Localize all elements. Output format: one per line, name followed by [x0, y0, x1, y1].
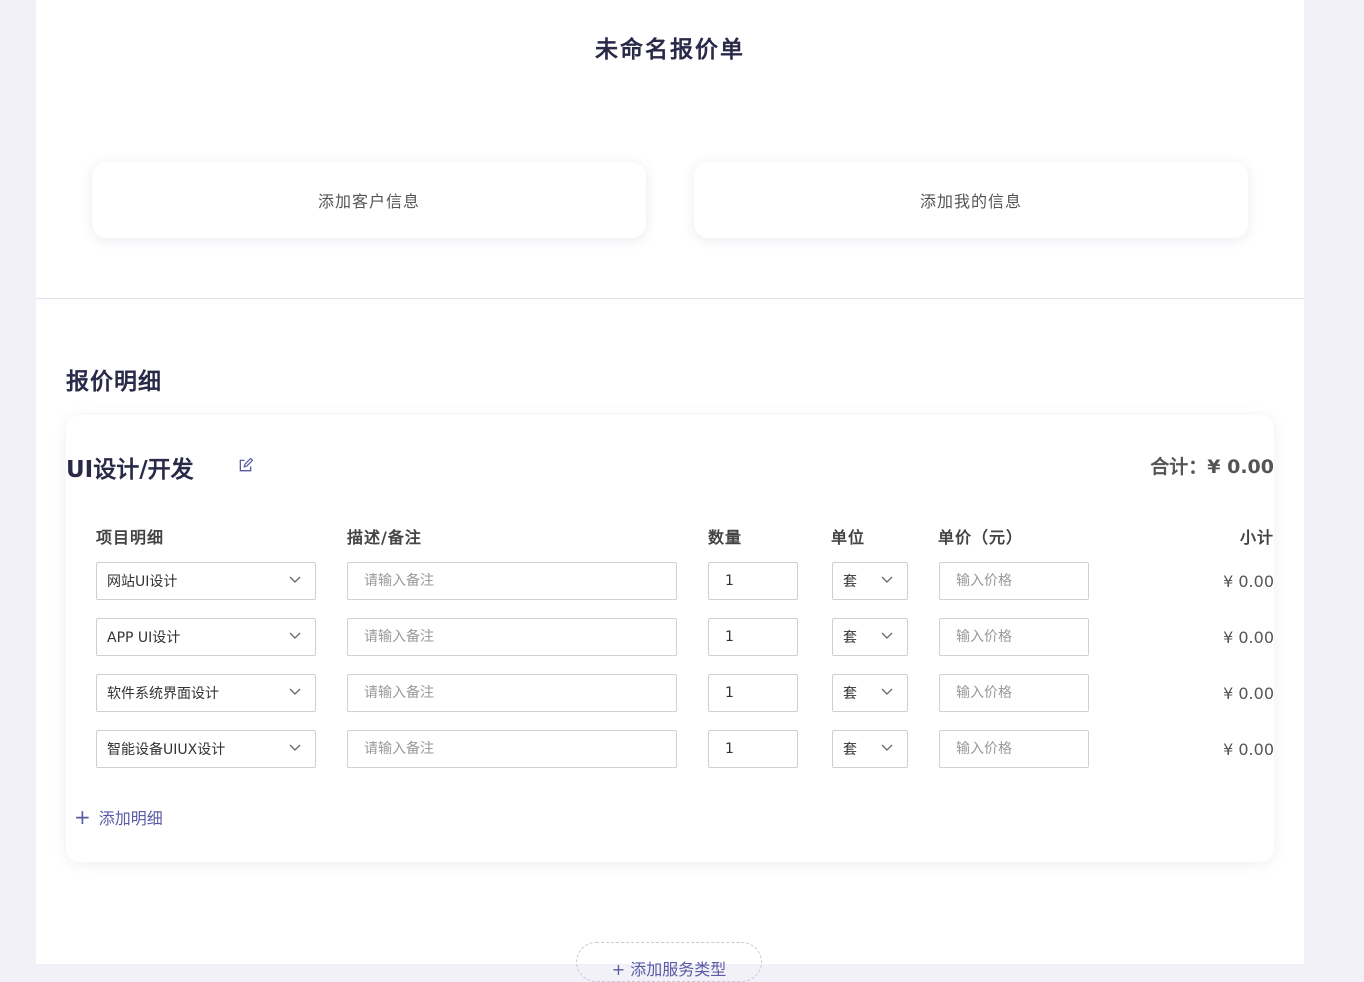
description-input[interactable]	[347, 674, 677, 712]
add-line-label: 添加明细	[98, 809, 163, 828]
add-line-button[interactable]: + 添加明细	[74, 805, 163, 829]
chevron-down-icon	[289, 688, 301, 695]
chevron-down-icon	[881, 744, 893, 751]
quantity-input[interactable]	[708, 618, 798, 656]
quantity-input[interactable]	[708, 730, 798, 768]
item-select-value: 智能设备UIUX设计	[107, 742, 226, 758]
group-name: UI设计/开发	[66, 457, 194, 483]
unit-select-value: 套	[843, 630, 857, 646]
unit-select[interactable]: 套	[832, 562, 908, 600]
group-total: 合计：¥ 0.00	[1150, 452, 1274, 479]
unit-select-value: 套	[843, 574, 857, 590]
unit-select[interactable]: 套	[832, 674, 908, 712]
item-select[interactable]: 软件系统界面设计	[96, 674, 316, 712]
unit-select-value: 套	[843, 742, 857, 758]
plus-icon: +	[74, 805, 91, 829]
column-header-desc: 描述/备注	[347, 528, 422, 547]
chevron-down-icon	[289, 744, 301, 751]
quote-page: 未命名报价单 添加客户信息 添加我的信息 报价明细 UI设计/开发 合计：¥ 0…	[36, 0, 1304, 982]
price-input[interactable]	[939, 730, 1089, 768]
column-header-subtotal: 小计	[1239, 528, 1274, 547]
unit-select[interactable]: 套	[832, 730, 908, 768]
edit-icon[interactable]	[238, 458, 253, 473]
price-input[interactable]	[939, 618, 1089, 656]
quantity-input[interactable]	[708, 674, 798, 712]
column-header-item: 项目明细	[96, 528, 165, 547]
chevron-down-icon	[289, 632, 301, 639]
column-header-price: 单价（元）	[938, 528, 1024, 547]
item-select[interactable]: APP UI设计	[96, 618, 316, 656]
chevron-down-icon	[881, 632, 893, 639]
description-input[interactable]	[347, 618, 677, 656]
column-header-qty: 数量	[708, 528, 743, 547]
chevron-down-icon	[881, 576, 893, 583]
divider	[36, 298, 1304, 299]
add-my-info-card[interactable]: 添加我的信息	[694, 162, 1248, 238]
document-title[interactable]: 未命名报价单	[36, 30, 1304, 64]
price-input[interactable]	[939, 562, 1089, 600]
row-subtotal: ¥ 0.00	[1223, 684, 1274, 703]
add-category-button[interactable]: + 添加服务类型	[576, 942, 762, 982]
description-input[interactable]	[347, 730, 677, 768]
add-client-info-card[interactable]: 添加客户信息	[92, 162, 646, 238]
item-select[interactable]: 智能设备UIUX设计	[96, 730, 316, 768]
item-select-value: 软件系统界面设计	[107, 686, 219, 702]
chevron-down-icon	[289, 576, 301, 583]
row-subtotal: ¥ 0.00	[1223, 740, 1274, 759]
unit-select[interactable]: 套	[832, 618, 908, 656]
price-input[interactable]	[939, 674, 1089, 712]
item-select-value: 网站UI设计	[107, 574, 178, 590]
item-select-value: APP UI设计	[107, 630, 181, 646]
row-subtotal: ¥ 0.00	[1223, 628, 1274, 647]
unit-select-value: 套	[843, 686, 857, 702]
item-select[interactable]: 网站UI设计	[96, 562, 316, 600]
column-header-unit: 单位	[831, 528, 866, 547]
row-subtotal: ¥ 0.00	[1223, 572, 1274, 591]
chevron-down-icon	[881, 688, 893, 695]
section-title: 报价明细	[66, 369, 162, 395]
quantity-input[interactable]	[708, 562, 798, 600]
group-total-value: ¥ 0.00	[1207, 456, 1274, 478]
group-total-label: 合计：	[1150, 456, 1208, 478]
description-input[interactable]	[347, 562, 677, 600]
